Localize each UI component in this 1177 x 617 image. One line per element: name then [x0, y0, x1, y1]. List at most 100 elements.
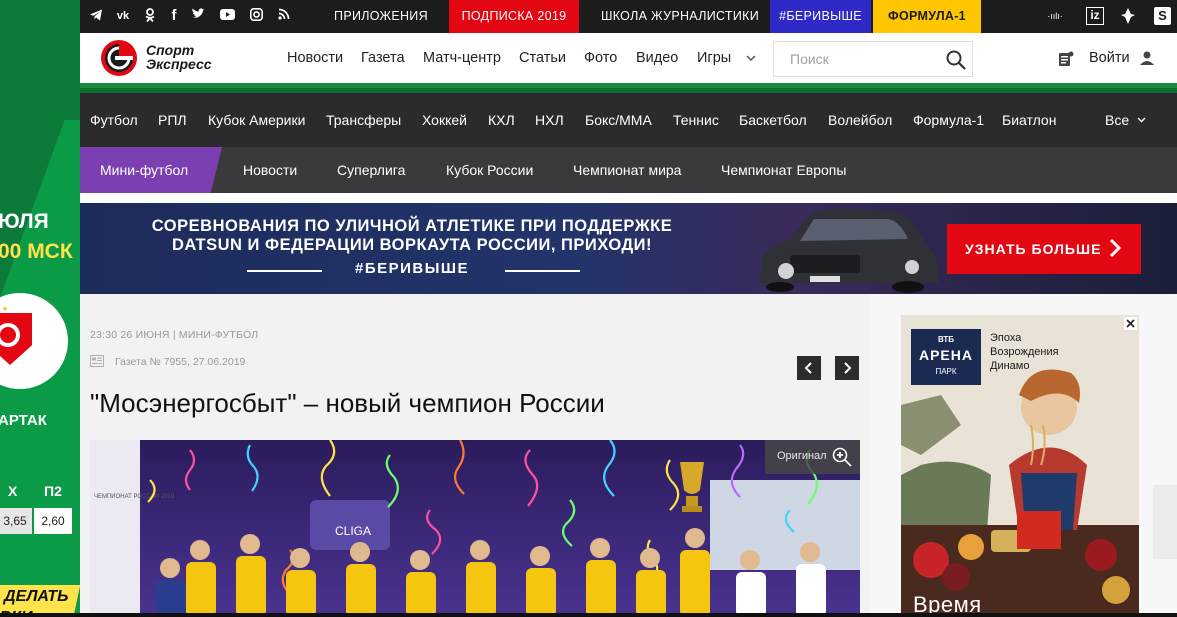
nav-photo[interactable]: Фото: [584, 33, 617, 83]
sport-rpl[interactable]: РПЛ: [158, 93, 187, 147]
sports-nav-bar: Футбол РПЛ Кубок Америки Трансферы Хокке…: [80, 93, 1177, 147]
partner-logo-icon[interactable]: [1120, 7, 1136, 25]
topbar-link-journalism-school[interactable]: ШКОЛА ЖУРНАЛИСТИКИ: [590, 0, 770, 33]
sport-all[interactable]: Все: [1105, 93, 1129, 147]
right-edge-panel: [1153, 485, 1177, 559]
youtube-icon[interactable]: [219, 8, 235, 24]
instagram-icon[interactable]: [248, 8, 264, 24]
vtb-slogan: Эпоха Возрождения Динамо: [990, 332, 1059, 372]
vtb-arena-logo: ВТБ АРЕНА ПАРК: [911, 329, 981, 385]
ad-date-text: ЮЛЯ: [0, 210, 49, 233]
sport-express-logo-icon[interactable]: [100, 39, 138, 77]
chevron-down-icon[interactable]: [1137, 117, 1146, 123]
page-root: ЮЛЯ 00 МСК ★★★★ АРТАК Х П2 3,65 2,60 ДЕЛ…: [0, 0, 1177, 617]
sport-nhl[interactable]: НХЛ: [535, 93, 564, 147]
sport-khl[interactable]: КХЛ: [488, 93, 515, 147]
article-issue[interactable]: Газета № 7955, 27.06.2019: [115, 356, 245, 368]
facebook-icon[interactable]: f: [166, 8, 182, 24]
learn-more-button[interactable]: УЗНАТЬ БОЛЬШЕ: [947, 224, 1141, 274]
search-input[interactable]: [773, 41, 973, 77]
banner-hashtag: #БЕРИВЫШЕ: [354, 260, 469, 277]
sport-football[interactable]: Футбол: [90, 93, 138, 147]
odds-header-x: Х: [8, 483, 18, 499]
next-article-button[interactable]: [835, 356, 859, 380]
photo-backdrop-text: CLIGA: [335, 524, 371, 538]
sport-biathlon[interactable]: Биатлон: [1002, 93, 1056, 147]
twitter-icon[interactable]: [190, 8, 206, 24]
view-original-label: Оригинал: [777, 450, 827, 462]
sport-boxing-mma[interactable]: Бокс/ММА: [585, 93, 652, 147]
login-link[interactable]: Войти: [1089, 33, 1130, 83]
left-betting-ad[interactable]: ЮЛЯ 00 МСК ★★★★ АРТАК Х П2 3,65 2,60 ДЕЛ…: [0, 0, 80, 617]
vtb-arena-ad[interactable]: ВТБ АРЕНА ПАРК Эпоха Возрождения Динамо …: [901, 315, 1139, 617]
audio-logo-icon[interactable]: ·ıılı·: [1038, 7, 1072, 25]
subnav-russia-cup[interactable]: Кубок России: [446, 147, 533, 193]
ad-time-text: 00 МСК: [0, 240, 73, 263]
ad-team-name: АРТАК: [0, 412, 47, 429]
nav-newspaper[interactable]: Газета: [361, 33, 405, 83]
user-icon[interactable]: [1139, 50, 1155, 66]
photo-banner-text: ЧЕМПИОНАТ РОССИИ 2019: [94, 494, 175, 500]
s-logo-icon[interactable]: S: [1154, 7, 1171, 25]
article-title: "Мосэнергосбыт" – новый чемпион России: [90, 388, 605, 418]
subnav-euro-championship[interactable]: Чемпионат Европы: [721, 147, 846, 193]
telegram-icon[interactable]: [88, 8, 104, 24]
odds-value-x[interactable]: 3,65: [0, 508, 32, 534]
subnav-superleague[interactable]: Суперлига: [337, 147, 405, 193]
logo-line1: Спорт: [146, 42, 195, 58]
sport-copa-america[interactable]: Кубок Америки: [208, 93, 305, 147]
subnav-world-championship[interactable]: Чемпионат мира: [573, 147, 681, 193]
nav-articles[interactable]: Статьи: [519, 33, 566, 83]
chevron-right-icon: [1109, 238, 1121, 258]
nav-video[interactable]: Видео: [636, 33, 678, 83]
datsun-promo-banner[interactable]: СОРЕВНОВАНИЯ ПО УЛИЧНОЙ АТЛЕТИКЕ ПРИ ПОД…: [80, 203, 1177, 294]
learn-more-label: УЗНАТЬ БОЛЬШЕ: [965, 241, 1102, 257]
banner-line2: DATSUN И ФЕДЕРАЦИИ ВОРКАУТА РОССИИ, ПРИХ…: [171, 236, 653, 254]
vtb-brand-big: АРЕНА: [918, 347, 973, 363]
chevron-left-icon: [804, 362, 812, 374]
car-image: [760, 209, 939, 293]
banner-line1: СОРЕВНОВАНИЯ ПО УЛИЧНОЙ АТЛЕТИКЕ ПРИ ПОД…: [151, 217, 673, 235]
odds-value-p2[interactable]: 2,60: [34, 508, 72, 534]
topbar-link-formula1[interactable]: ФОРМУЛА-1: [873, 0, 981, 33]
rss-icon[interactable]: [276, 8, 292, 24]
odnoklassniki-icon[interactable]: [142, 8, 158, 24]
chevron-right-icon: [844, 362, 852, 374]
article-photo[interactable]: ЧЕМПИОНАТ РОССИИ 2019 CLIGA: [90, 440, 860, 617]
topbar-link-apps[interactable]: ПРИЛОЖЕНИЯ: [324, 0, 438, 33]
sport-hockey[interactable]: Хоккей: [422, 93, 467, 147]
nav-games[interactable]: Игры: [697, 33, 731, 83]
sport-basketball[interactable]: Баскетбол: [739, 93, 807, 147]
nav-match-center[interactable]: Матч-центр: [423, 33, 501, 83]
subnav-news[interactable]: Новости: [243, 147, 297, 193]
sport-volleyball[interactable]: Волейбол: [828, 93, 892, 147]
crest-stars: ★★★★: [0, 306, 10, 313]
newspaper-icon[interactable]: [1058, 51, 1074, 67]
article-meta: 23:30 26 ИЮНЯ | МИНИ-ФУТБОЛ: [90, 329, 259, 341]
logo-text[interactable]: Спорт Экспресс: [146, 43, 212, 71]
vtb-brand-small: ВТБ: [937, 335, 955, 344]
topbar-link-hashtag[interactable]: #БЕРИВЫШЕ: [770, 0, 871, 33]
article-main: 23:30 26 ИЮНЯ | МИНИ-ФУТБОЛ Газета № 795…: [80, 294, 870, 617]
section-subnav: Мини-футбол Новости Суперлига Кубок Росс…: [80, 147, 1177, 193]
celebration-photo: ЧЕМПИОНАТ РОССИИ 2019 CLIGA: [90, 440, 860, 617]
site-header: Спорт Экспресс Новости Газета Матч-центр…: [80, 33, 1177, 83]
vk-icon[interactable]: vk: [115, 8, 131, 24]
nav-news[interactable]: Новости: [287, 33, 343, 83]
bottom-edge: [0, 613, 1177, 617]
search-icon[interactable]: [946, 50, 966, 70]
top-utility-bar: vk f ПРИЛОЖЕНИЯ ПОДПИСКА 2019 ШКОЛА ЖУРН…: [80, 0, 1177, 33]
view-original-button[interactable]: Оригинал: [765, 440, 860, 474]
sport-tennis[interactable]: Теннис: [673, 93, 719, 147]
sport-formula1[interactable]: Формула-1: [913, 93, 984, 147]
subnav-active-minifootball[interactable]: Мини-футбол: [80, 147, 222, 193]
zoom-in-icon: [832, 447, 852, 467]
sport-transfers[interactable]: Трансферы: [326, 93, 401, 147]
close-icon[interactable]: [1124, 317, 1137, 330]
chevron-down-icon[interactable]: [746, 55, 756, 62]
iz-logo-icon[interactable]: iz: [1086, 7, 1104, 25]
topbar-link-subscription[interactable]: ПОДПИСКА 2019: [449, 0, 579, 33]
subnav-active-label: Мини-футбол: [100, 162, 189, 178]
prev-article-button[interactable]: [797, 356, 821, 380]
odds-header-p2: П2: [44, 483, 62, 499]
